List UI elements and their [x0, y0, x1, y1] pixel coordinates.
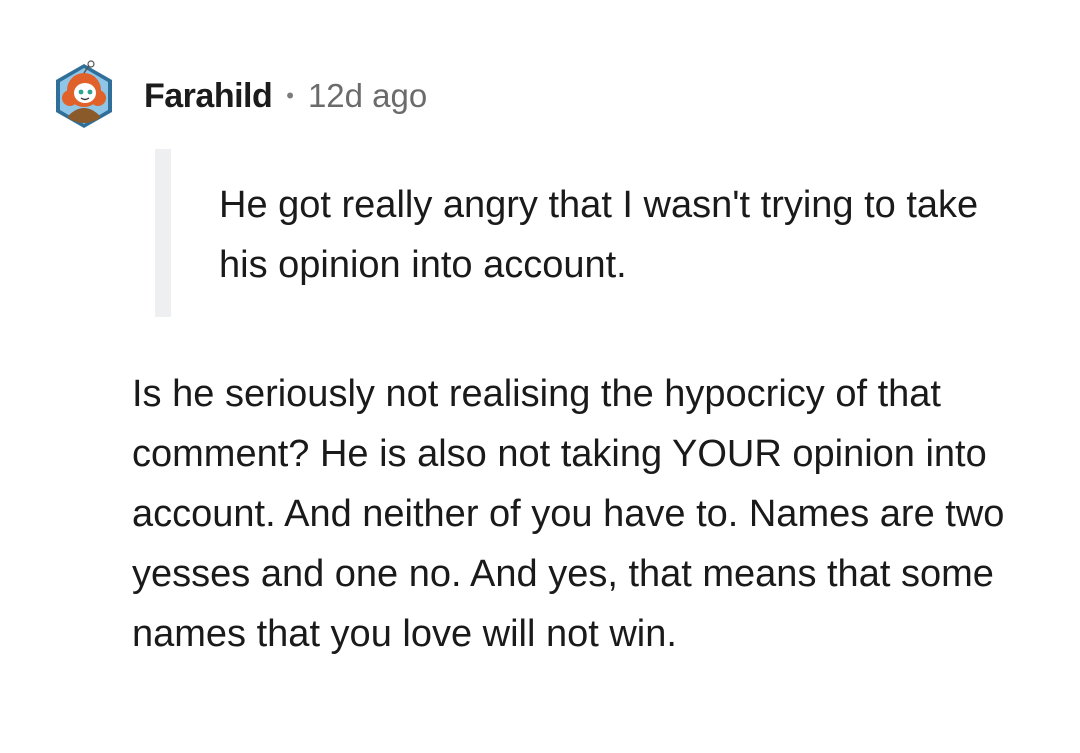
- meta-separator: •: [286, 83, 294, 108]
- comment: Farahild • 12d ago He got really angry t…: [0, 0, 1080, 753]
- comment-header: Farahild • 12d ago: [52, 60, 427, 132]
- timestamp[interactable]: 12d ago: [308, 77, 427, 115]
- comment-body: Is he seriously not realising the hypocr…: [132, 373, 1005, 655]
- blockquote: He got really angry that I wasn't trying…: [155, 149, 1015, 317]
- avatar-icon[interactable]: [52, 60, 116, 132]
- blockquote-bar: [155, 149, 171, 317]
- username[interactable]: Farahild: [144, 77, 273, 116]
- blockquote-text: He got really angry that I wasn't trying…: [219, 184, 979, 286]
